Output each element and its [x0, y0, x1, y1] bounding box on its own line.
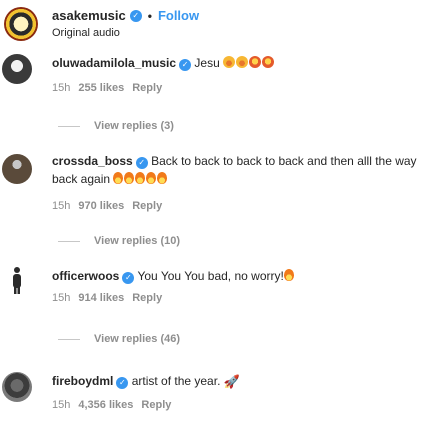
- divider: [58, 125, 80, 127]
- comment-username[interactable]: oluwadamilola_music: [52, 56, 176, 70]
- view-replies-label: View replies (10): [94, 235, 181, 247]
- avatar[interactable]: [2, 54, 32, 84]
- fire-emoji-icon: [157, 172, 168, 184]
- separator: •: [147, 8, 152, 23]
- heart-eyes-emoji-icon: [249, 56, 262, 68]
- comment-meta: 15h 255 likes Reply: [52, 82, 162, 94]
- divider: [58, 338, 80, 340]
- view-replies-label: View replies (3): [94, 120, 174, 132]
- comment-username[interactable]: fireboydml: [52, 374, 113, 388]
- view-replies-button[interactable]: View replies (3): [58, 120, 174, 132]
- avatar[interactable]: [4, 7, 38, 41]
- comment-time: 15h: [52, 200, 71, 212]
- comment-time: 15h: [52, 399, 71, 411]
- comment-text-block: officerwoos ✓ You You You bad, no worry!: [52, 267, 440, 285]
- rocket-emoji-icon: 🚀: [223, 374, 240, 389]
- header-username[interactable]: asakemusic: [52, 8, 126, 23]
- avatar[interactable]: [2, 154, 32, 184]
- view-replies-button[interactable]: View replies (46): [58, 333, 180, 345]
- avatar[interactable]: [2, 265, 32, 295]
- comment-username[interactable]: officerwoos: [52, 269, 119, 283]
- comment-likes[interactable]: 255 likes: [78, 82, 124, 94]
- comment-likes[interactable]: 914 likes: [78, 292, 124, 304]
- fire-emoji-icon: [135, 172, 146, 184]
- divider: [58, 240, 80, 242]
- fire-emoji-icon: [146, 172, 157, 184]
- reply-button[interactable]: Reply: [132, 200, 162, 212]
- comment-time: 15h: [52, 292, 71, 304]
- fire-emoji-icon: [124, 172, 135, 184]
- verified-badge-icon: ✓: [179, 59, 192, 71]
- comment-username[interactable]: crossda_boss: [52, 154, 133, 168]
- reply-button[interactable]: Reply: [141, 399, 171, 411]
- laughing-emoji-icon: [236, 56, 249, 68]
- comment-time: 15h: [52, 82, 71, 94]
- comment-text: Jesu: [194, 56, 220, 70]
- reply-button[interactable]: Reply: [132, 82, 162, 94]
- comment-text-block: oluwadamilola_music ✓ Jesu: [52, 54, 440, 72]
- view-replies-button[interactable]: View replies (10): [58, 235, 180, 247]
- comment-likes[interactable]: 970 likes: [78, 200, 124, 212]
- audio-label[interactable]: Original audio: [52, 27, 120, 39]
- heart-eyes-emoji-icon: [262, 56, 275, 68]
- view-replies-label: View replies (46): [94, 333, 181, 345]
- comment-text: You You You bad, no worry!: [137, 269, 284, 283]
- comment-meta: 15h 914 likes Reply: [52, 292, 162, 304]
- comment-text: artist of the year.: [131, 374, 221, 388]
- comment-text-block: crossda_boss ✓ Back to back to back to ba…: [52, 152, 440, 188]
- verified-badge-icon: ✓: [122, 272, 135, 284]
- avatar[interactable]: [2, 372, 32, 402]
- fire-emoji-icon: [113, 172, 124, 184]
- verified-badge-icon: ✓: [135, 157, 148, 169]
- comment-likes[interactable]: 4,356 likes: [78, 399, 133, 411]
- verified-badge-icon: ✓: [129, 9, 142, 22]
- laughing-emoji-icon: [223, 56, 236, 68]
- verified-badge-icon: ✓: [116, 377, 129, 389]
- comment-meta: 15h 4,356 likes Reply: [52, 399, 171, 411]
- fire-emoji-icon: [283, 269, 294, 281]
- reply-button[interactable]: Reply: [132, 292, 162, 304]
- post-header: asakemusic ✓ • Follow Original audio: [0, 0, 448, 50]
- comment-meta: 15h 970 likes Reply: [52, 200, 162, 212]
- comment-text-block: fireboydml ✓ artist of the year. 🚀: [52, 372, 440, 390]
- figure-avatar-icon: [13, 267, 21, 294]
- header-user-row: asakemusic ✓ • Follow: [52, 8, 199, 23]
- follow-button[interactable]: Follow: [158, 8, 199, 23]
